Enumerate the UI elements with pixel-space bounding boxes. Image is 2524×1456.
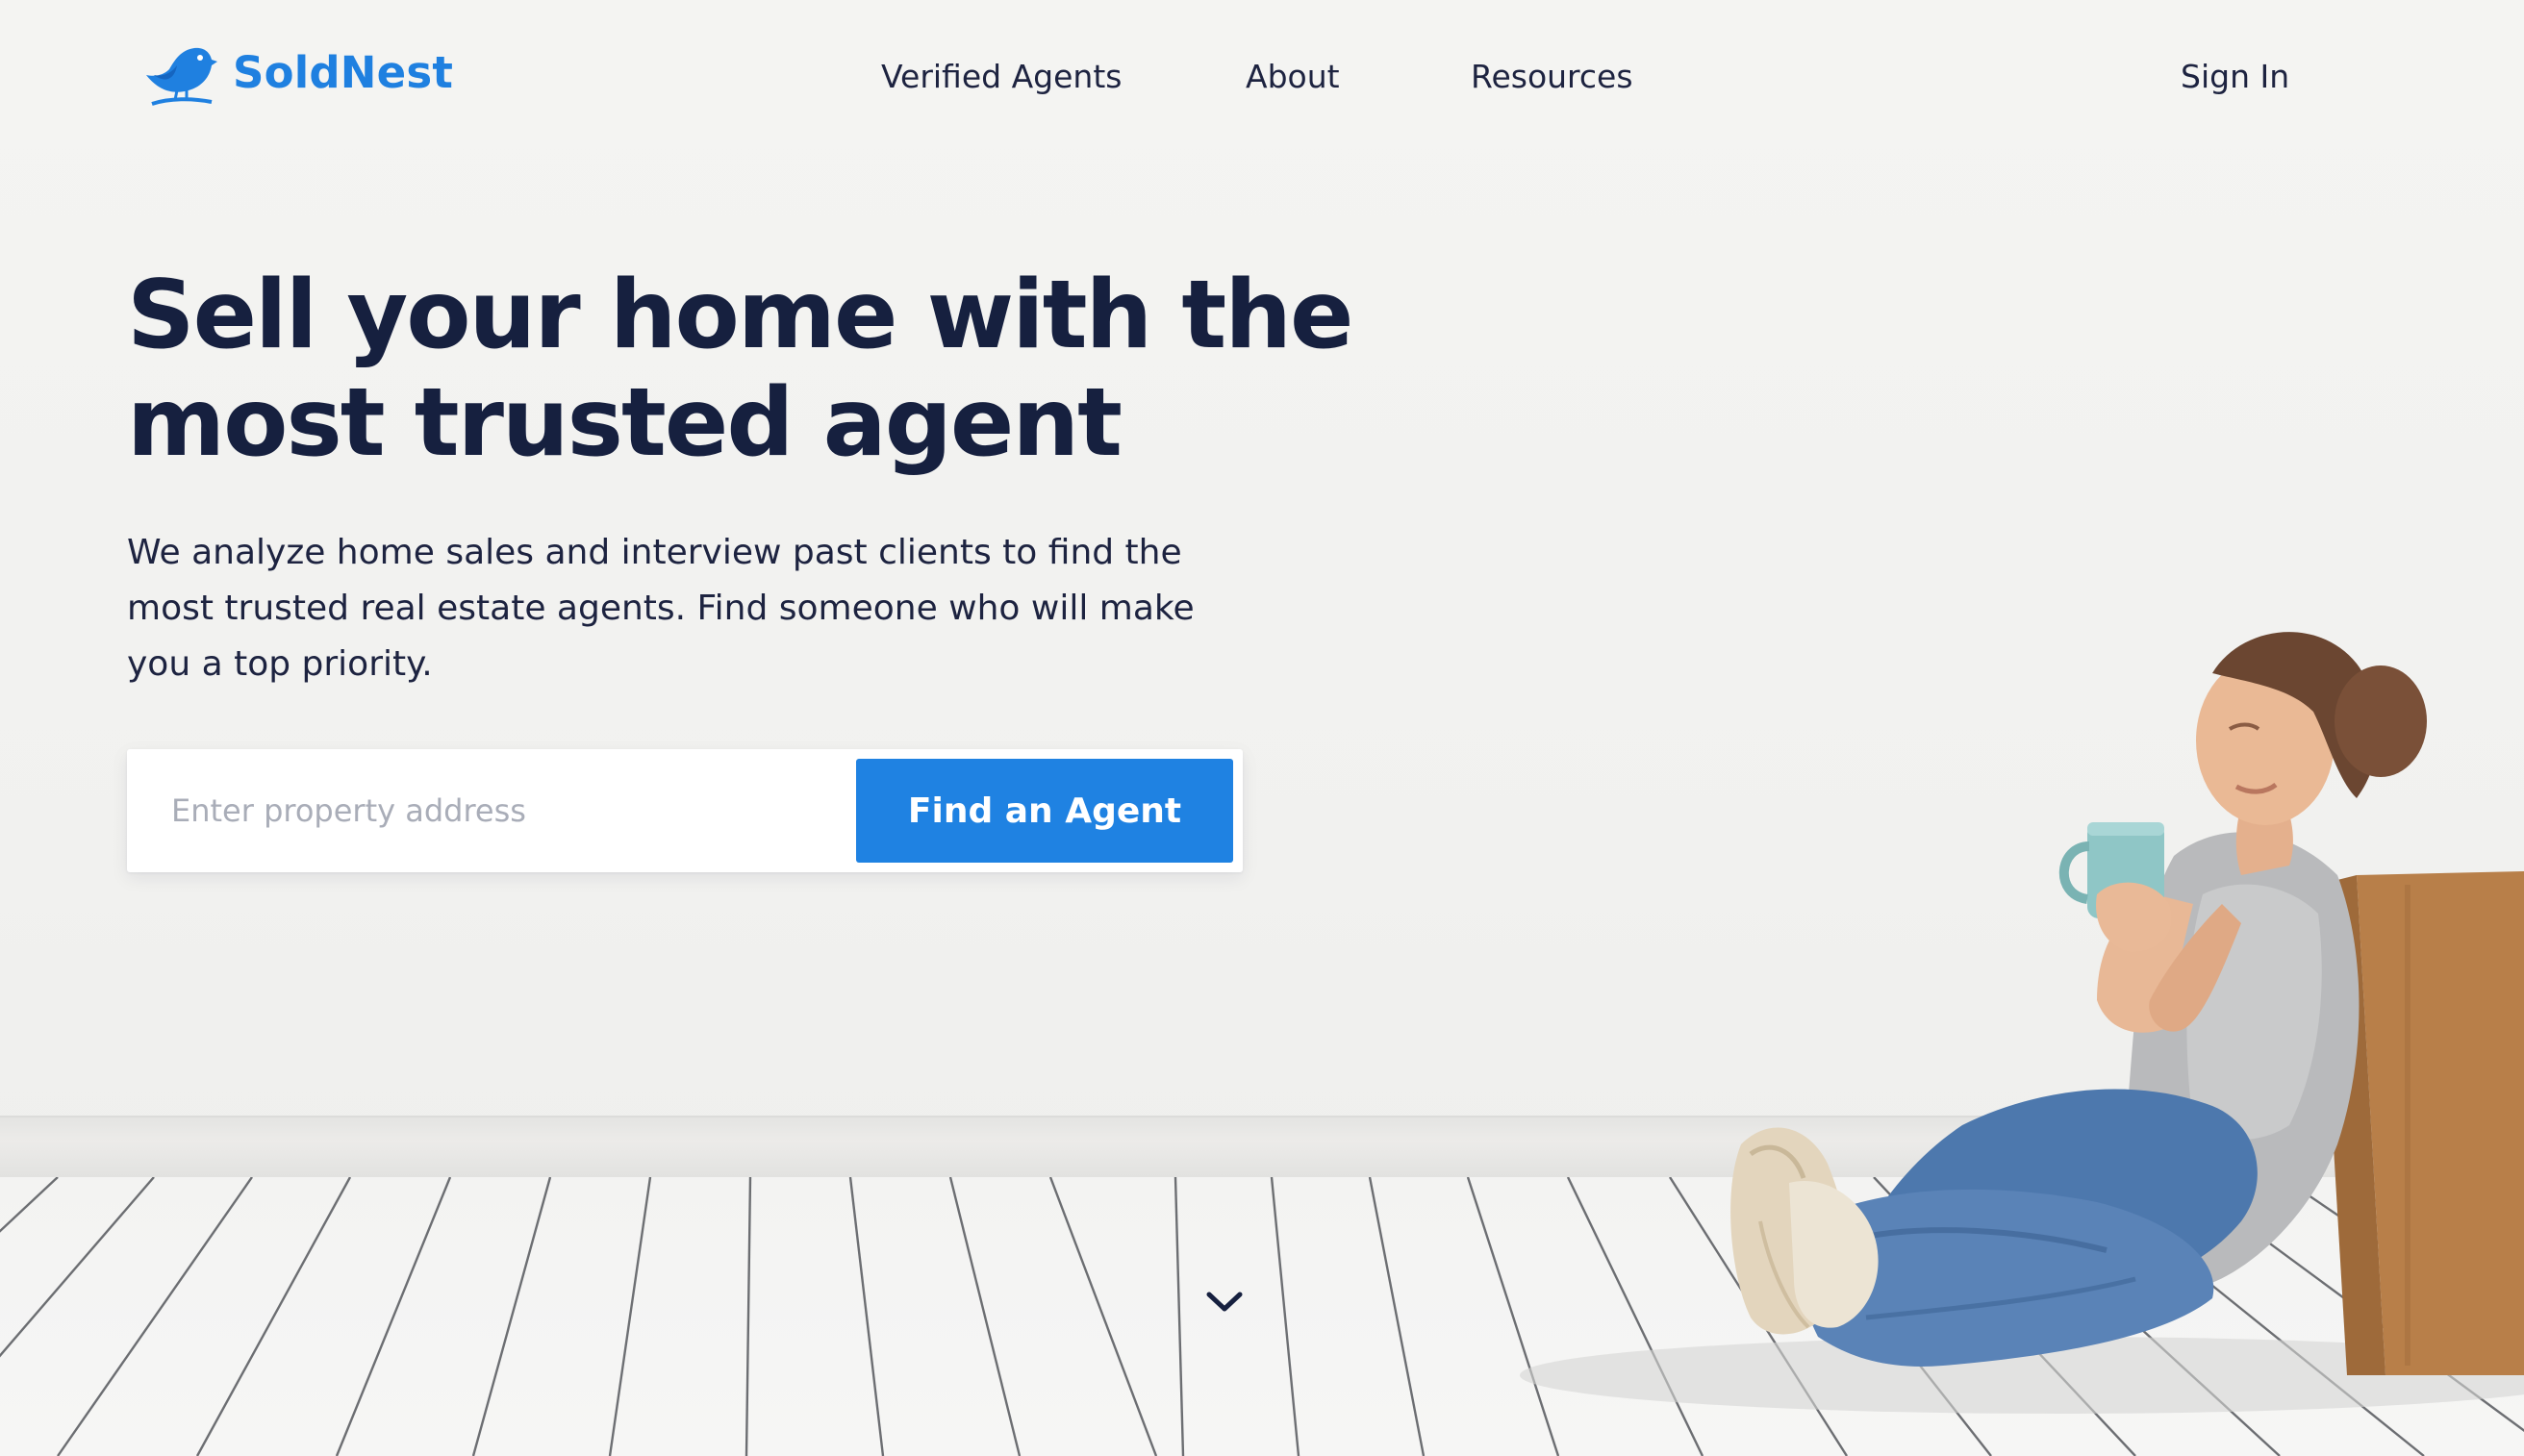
address-search-form: Find an Agent bbox=[127, 749, 1243, 872]
nav-link-resources[interactable]: Resources bbox=[1471, 58, 1633, 95]
hero-headline-line: Sell your home with the bbox=[127, 261, 1354, 370]
bird-icon bbox=[146, 47, 217, 106]
hero-description-line: you a top priority. bbox=[127, 644, 433, 684]
property-address-input[interactable] bbox=[171, 749, 931, 872]
hero-description: We analyze home sales and interview past… bbox=[127, 525, 1214, 692]
landing-page: SoldNest Verified Agents About Resources… bbox=[0, 0, 2524, 1456]
hero-description-line: We analyze home sales and interview past… bbox=[127, 533, 1182, 572]
brand-logo[interactable]: SoldNest bbox=[142, 37, 453, 108]
find-an-agent-button[interactable]: Find an Agent bbox=[856, 759, 1233, 863]
nav-link-verified-agents[interactable]: Verified Agents bbox=[881, 58, 1122, 95]
hero-headline-line: most trusted agent bbox=[127, 368, 1123, 478]
hero-headline: Sell your home with the most trusted age… bbox=[127, 261, 1354, 478]
sneakers bbox=[1730, 1127, 1879, 1335]
hero-description-line: most trusted real estate agents. Find so… bbox=[127, 589, 1195, 628]
hero-photo-woman-with-mug bbox=[1520, 632, 2524, 1414]
brand-name: SoldNest bbox=[233, 46, 454, 98]
chevron-down-icon[interactable] bbox=[1206, 1291, 1243, 1314]
nav-link-about[interactable]: About bbox=[1246, 58, 1340, 95]
sign-in-link[interactable]: Sign In bbox=[2181, 58, 2289, 95]
